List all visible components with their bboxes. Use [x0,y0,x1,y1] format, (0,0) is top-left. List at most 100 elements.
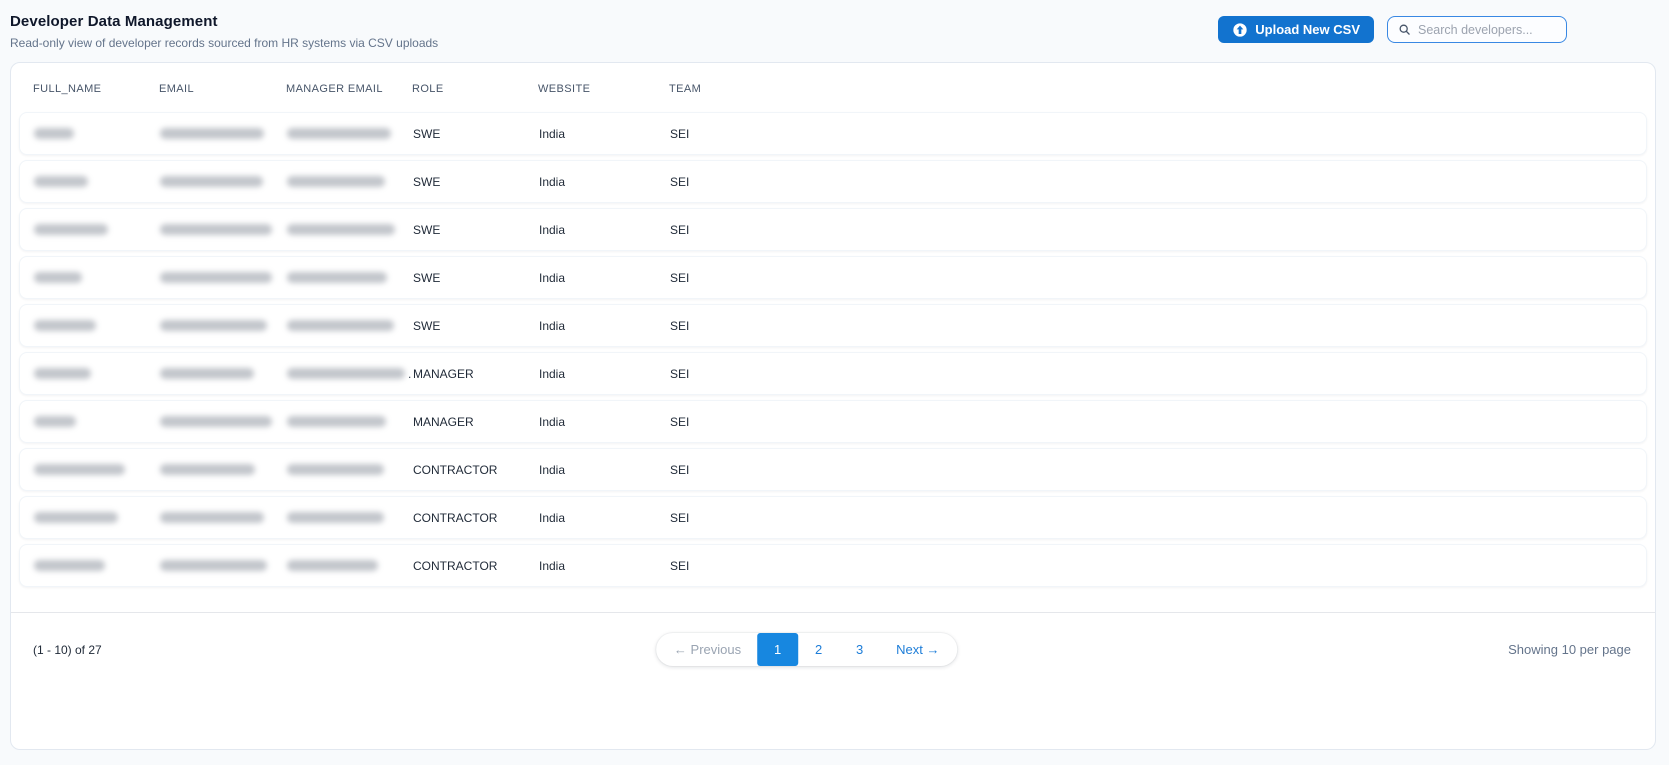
redacted-manager-email [287,272,387,283]
cell-full-name [34,224,160,235]
table-row: CONTRACTOR India SEI [19,544,1647,587]
column-header: EMAIL [159,83,195,95]
cell-manager-email: . [287,367,413,381]
redacted-email [160,512,264,523]
developer-table-card: FULL_NAME EMAIL MANAGER EMAIL ROLE WEBSITE TE… [10,62,1656,750]
cell-email [160,176,287,187]
redacted-manager-email [287,320,394,331]
next-page-button[interactable]: Next → [880,633,957,666]
redacted-email [160,128,264,139]
cell-team: SEI [670,318,690,333]
cell-email [160,128,287,139]
upload-new-csv-button[interactable]: Upload New CSV [1218,16,1374,43]
cell-team: SEI [670,126,690,141]
cell-email [160,320,287,331]
range-text: (1 - 10) of 27 [33,643,102,657]
cell-team: SEI [670,270,690,285]
column-header: MANAGER EMAIL [286,83,383,95]
table-row: SWE India SEI [19,160,1647,203]
cell-website: India [539,462,566,477]
redacted-full-name [34,320,96,331]
redacted-manager-email [287,416,386,427]
page-number-buttons: 123 [757,633,880,666]
page-button-1[interactable]: 1 [757,633,799,666]
cell-team: SEI [670,222,690,237]
cell-email [160,560,287,571]
table-row: . MANAGER India SEI [19,352,1647,395]
redacted-manager-email [287,176,385,187]
search-icon [1398,23,1411,36]
cell-website: India [539,270,566,285]
cell-email [160,272,287,283]
redacted-manager-email [287,224,395,235]
cell-email [160,464,287,475]
cell-team: SEI [670,462,690,477]
cell-website: India [539,414,566,429]
redacted-email [160,416,272,427]
redacted-email [160,224,272,235]
cell-team: SEI [670,510,690,525]
cell-role: CONTRACTOR [413,462,498,477]
cell-full-name [34,368,160,379]
cell-full-name [34,176,160,187]
cell-role: CONTRACTOR [413,558,498,573]
column-header: FULL_NAME [33,83,102,95]
page-button-2[interactable]: 2 [798,633,839,666]
table-row: MANAGER India SEI [19,400,1647,443]
cell-email [160,512,287,523]
cell-full-name [34,464,160,475]
cell-website: India [539,366,566,381]
redacted-full-name [34,512,118,523]
table-row: SWE India SEI [19,112,1647,155]
table-body: SWE India SEI SWE India SEI SWE India SE… [11,109,1655,587]
page-button-3[interactable]: 3 [839,633,880,666]
table-row: CONTRACTOR India SEI [19,448,1647,491]
cell-role: CONTRACTOR [413,510,498,525]
cell-website: India [539,510,566,525]
cell-manager-email [287,512,413,523]
pagination: ← Previous 123 Next → [655,633,958,666]
table-row: SWE India SEI [19,304,1647,347]
redacted-manager-email [287,512,384,523]
previous-page-button[interactable]: ← Previous [656,633,757,666]
upload-button-label: Upload New CSV [1255,22,1360,37]
table-footer: (1 - 10) of 27 ← Previous 123 Next → Sho… [11,613,1655,683]
cell-full-name [34,128,160,139]
cell-email [160,416,287,427]
cell-team: SEI [670,414,690,429]
page-header: Developer Data Management Read-only view… [10,13,438,50]
cell-full-name [34,320,160,331]
cell-email [160,368,287,379]
redacted-manager-email [287,368,405,379]
per-page-text: Showing 10 per page [1508,642,1631,657]
table-row: SWE India SEI [19,256,1647,299]
redacted-full-name [34,176,88,187]
redacted-email [160,560,267,571]
search-input[interactable] [1418,22,1556,37]
redacted-email [160,368,254,379]
table-header: FULL_NAME EMAIL MANAGER EMAIL ROLE WEBSITE TE… [11,63,1655,109]
redacted-full-name [34,224,108,235]
redacted-full-name [34,128,74,139]
cell-email [160,224,287,235]
redacted-full-name [34,464,125,475]
page-title: Developer Data Management [10,13,218,30]
cell-manager-email [287,416,413,427]
redacted-email [160,464,255,475]
manager-suffix: . [408,366,412,381]
redacted-full-name [34,368,91,379]
header-controls: Upload New CSV [1218,16,1567,43]
search-box [1387,16,1567,43]
page-subtitle: Read-only view of developer records sour… [10,36,439,50]
cell-team: SEI [670,366,690,381]
cell-manager-email [287,176,413,187]
column-header: WEBSITE [538,83,591,95]
redacted-manager-email [287,560,378,571]
cell-team: SEI [670,174,690,189]
redacted-manager-email [287,464,384,475]
column-header: ROLE [412,83,444,95]
cell-full-name [34,272,160,283]
cell-role: MANAGER [413,414,474,429]
redacted-full-name [34,272,82,283]
cell-role: SWE [413,174,441,189]
